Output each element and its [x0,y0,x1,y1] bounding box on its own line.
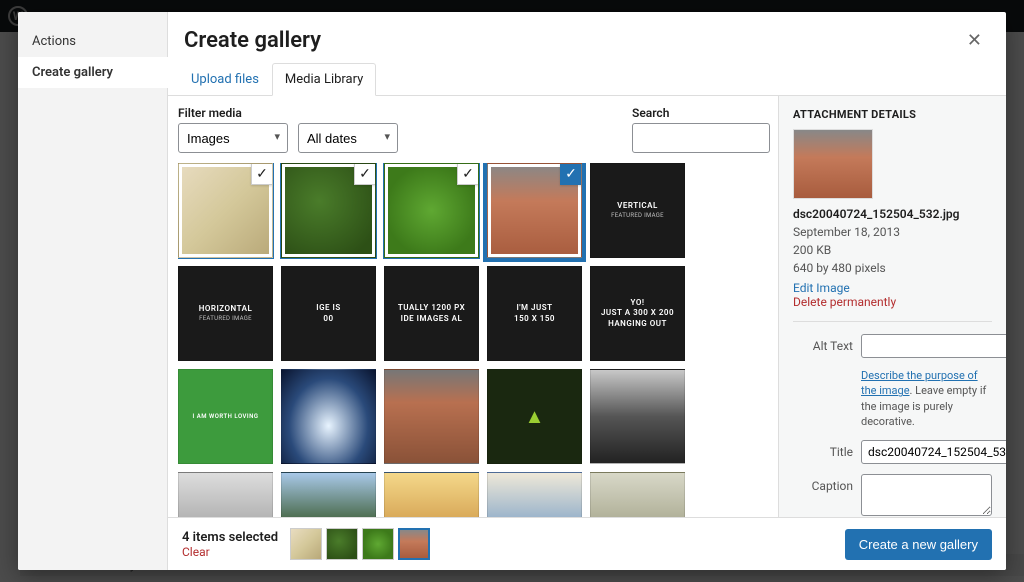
thumb-1200px[interactable]: TUALLY 1200 PXIDE IMAGES AL [384,266,479,361]
alt-text-label: Alt Text [793,334,853,353]
filter-type-select[interactable]: Images [178,123,288,153]
search-input[interactable] [632,123,770,153]
thumb-sunset[interactable] [384,472,479,517]
caption-label: Caption [793,474,853,493]
modal-sidebar: ActionsCreate gallery [18,12,168,570]
filter-media-label: Filter media [178,106,398,120]
thumb-fog[interactable] [487,472,582,517]
selection-count: 4 items selected [182,530,278,545]
thumb-unicorn[interactable] [281,369,376,464]
details-filename: dsc20040724_152504_532.jpg [793,207,992,221]
thumb-city[interactable] [590,369,685,464]
details-dimensions: 640 by 480 pixels [793,259,992,277]
details-thumb [793,129,873,199]
thumb-crabs2[interactable] [384,369,479,464]
clear-selection-link[interactable]: Clear [182,545,278,559]
media-modal: ActionsCreate gallery Create gallery ✕ U… [18,12,1006,570]
alt-text-input[interactable] [861,334,1006,358]
thumb-bldg[interactable] [178,472,273,517]
tab-media-library[interactable]: Media Library [272,63,376,96]
thumb-worth[interactable]: I AM WORTH LOVING [178,369,273,464]
delete-permanently-link[interactable]: Delete permanently [793,295,896,309]
sidebar-item-actions[interactable]: Actions [18,26,167,57]
title-label: Title [793,440,853,459]
thumb-leaf[interactable]: ✓ [384,163,479,258]
caption-input[interactable] [861,474,992,516]
thumb-pump[interactable] [590,472,685,517]
details-heading: ATTACHMENT DETAILS [793,108,992,121]
media-library: Filter media Images All dates Search ✓✓✓… [168,96,778,517]
create-gallery-button[interactable]: Create a new gallery [845,529,992,560]
modal-main: Create gallery ✕ Upload filesMedia Libra… [168,12,1006,570]
thumb-rock[interactable] [281,472,376,517]
close-button[interactable]: ✕ [959,26,990,55]
filter-date-select[interactable]: All dates [298,123,398,153]
check-icon: ✓ [354,163,376,185]
mini-thumb[interactable] [398,528,430,560]
details-date: September 18, 2013 [793,223,992,241]
thumb-150[interactable]: I'M JUST150 X 150 [487,266,582,361]
details-size: 200 KB [793,241,992,259]
mini-thumb[interactable] [362,528,394,560]
thumb-fern[interactable]: ✓ [281,163,376,258]
mini-thumb[interactable] [326,528,358,560]
check-icon: ✓ [251,163,273,185]
check-icon: ✓ [560,163,582,185]
mini-thumb[interactable] [290,528,322,560]
alt-text-help: Describe the purpose of the image. Leave… [861,368,992,430]
tab-upload-files[interactable]: Upload files [178,63,272,96]
search-label: Search [632,106,770,120]
thumb-horizontal[interactable]: HORIZONTALFEATURED IMAGE [178,266,273,361]
thumb-vertical[interactable]: VERTICALFEATURED IMAGE [590,163,685,258]
thumbnail-grid: ✓ ✓ ✓ ✓ VERTICALFEATURED IMAGE HORIZONTALFEAT… [178,163,770,517]
tabs: Upload filesMedia Library [168,63,1006,96]
modal-title: Create gallery [184,28,321,53]
modal-footer: 4 items selected Clear Create a new gall… [168,517,1006,570]
selection-thumbs [290,528,430,560]
thumb-meat[interactable]: ✓ [487,163,582,258]
check-icon: ✓ [457,163,479,185]
thumb-glasses[interactable]: ✓ [178,163,273,258]
edit-image-link[interactable]: Edit Image [793,281,850,295]
attachment-details: ATTACHMENT DETAILS dsc20040724_152504_53… [778,96,1006,517]
title-input[interactable] [861,440,1006,464]
thumb-img-is[interactable]: IGE IS00 [281,266,376,361]
thumb-yo[interactable]: YO!JUST A 300 X 200HANGING OUT [590,266,685,361]
thumb-triforce[interactable] [487,369,582,464]
sidebar-item-create-gallery[interactable]: Create gallery [18,57,168,88]
